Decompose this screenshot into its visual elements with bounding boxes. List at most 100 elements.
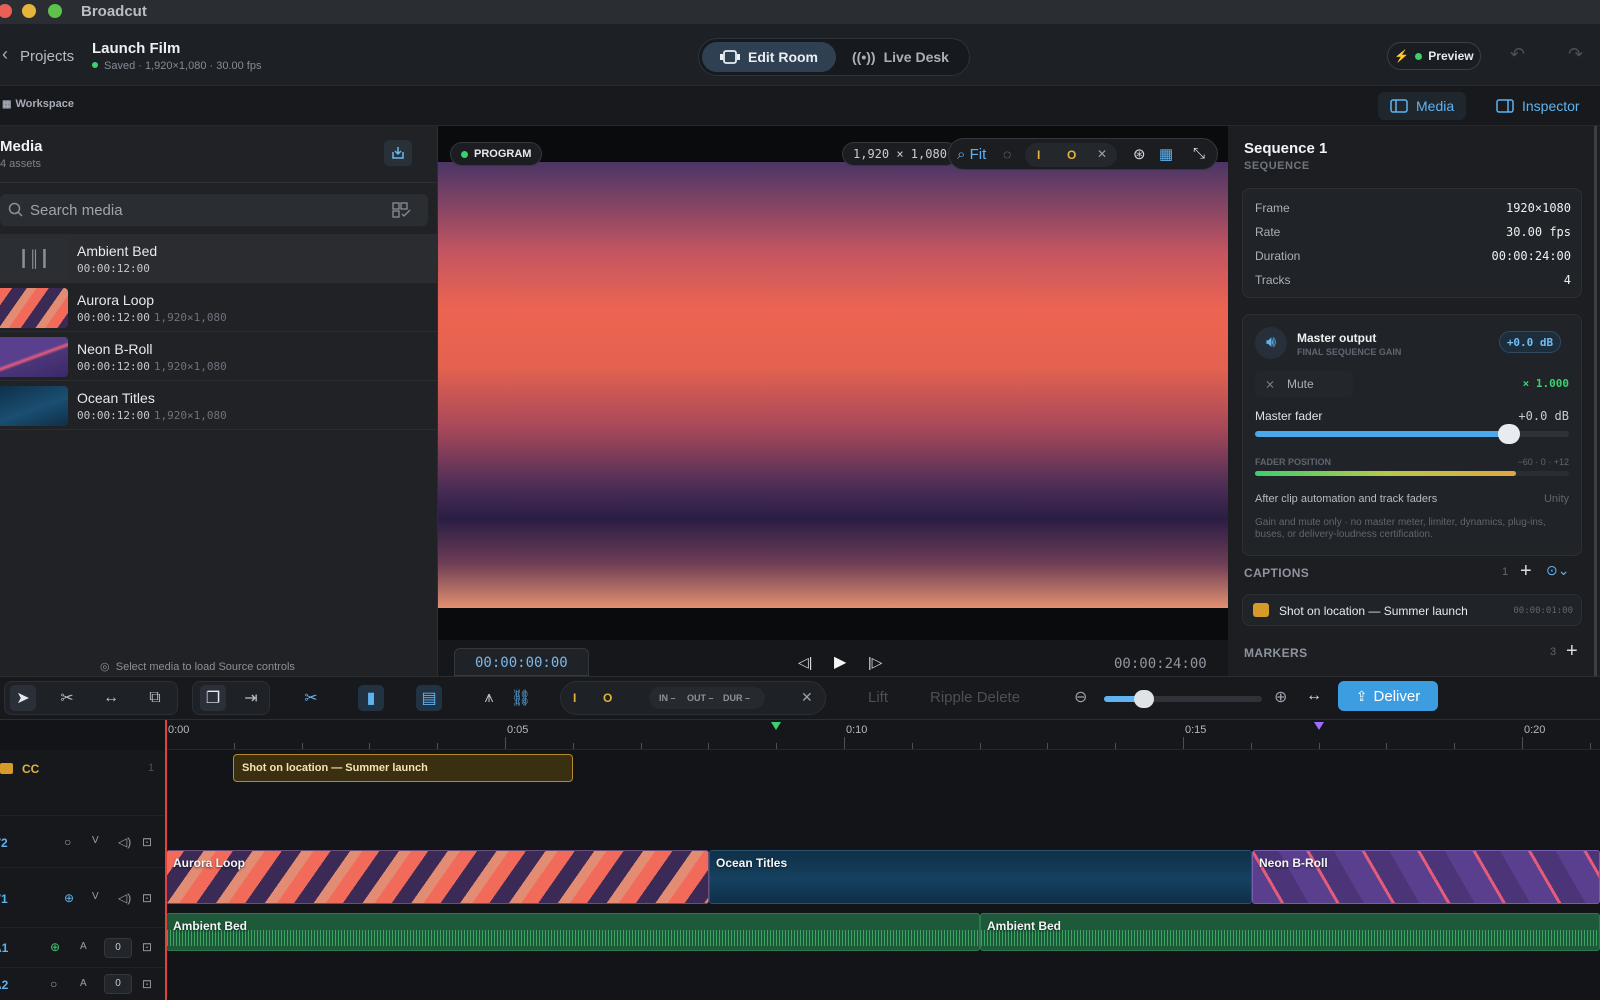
select-tool-button[interactable]: ➤: [10, 685, 36, 711]
video-clip[interactable]: Ocean Titles: [709, 850, 1252, 904]
timeline-ruler[interactable]: 0:00 0:05 0:10 0:15 0:20: [166, 720, 1600, 750]
step-back-icon[interactable]: ◁|: [798, 654, 812, 671]
audio-clip[interactable]: Ambient Bed: [166, 913, 980, 951]
import-media-button[interactable]: [384, 140, 412, 166]
search-media-input[interactable]: Search media: [0, 194, 428, 226]
track-audio-icon[interactable]: ◁): [118, 835, 131, 849]
overlay-icon[interactable]: ⊛: [1133, 145, 1146, 163]
add-marker-button[interactable]: ▮: [358, 685, 384, 711]
workspace-bar: ▦ Workspace Media Inspector: [0, 86, 1600, 126]
safe-area-icon[interactable]: ◌: [1003, 146, 1011, 162]
track-target-icon[interactable]: ○: [50, 977, 57, 991]
add-marker-icon[interactable]: +: [1566, 640, 1578, 663]
grid-overlay-icon[interactable]: ▦: [1159, 145, 1173, 163]
slide-tool-button[interactable]: ⧉: [142, 685, 168, 711]
lift-button[interactable]: Lift: [868, 689, 888, 706]
workspace-menu[interactable]: ▦ Workspace: [2, 98, 74, 110]
zoom-window-button[interactable]: [48, 4, 62, 18]
media-item[interactable]: Ocean Titles 00:00:12:00 1,920×1,080: [0, 381, 438, 430]
timeline-marker-green[interactable]: [771, 722, 781, 730]
caption-item[interactable]: Shot on location — Summer launch 00:00:0…: [1242, 594, 1582, 626]
mark-in-button[interactable]: I: [573, 691, 576, 705]
razor-tool-button[interactable]: ✂: [54, 685, 80, 711]
view-mode-icon[interactable]: [392, 202, 412, 218]
back-icon[interactable]: ‹: [2, 44, 8, 65]
program-frame[interactable]: [438, 162, 1228, 608]
deliver-button[interactable]: ⇪ Deliver: [1338, 681, 1438, 711]
track-header-a2: A2 ○ A 0 ⊡: [0, 968, 166, 1000]
add-caption-button[interactable]: ▤: [416, 685, 442, 711]
mute-toggle[interactable]: ⨯ Mute: [1255, 371, 1353, 397]
preview-button[interactable]: ⚡ Preview: [1387, 42, 1481, 70]
mode-edit-room[interactable]: Edit Room: [702, 42, 836, 72]
play-icon[interactable]: ▶: [834, 652, 846, 672]
fader-knob[interactable]: [1498, 424, 1521, 444]
track-target-icon[interactable]: ⊕: [64, 891, 74, 905]
track-lock-icon[interactable]: ⊡: [142, 977, 152, 991]
track-target-icon[interactable]: ⊕: [50, 940, 60, 954]
split-clip-icon[interactable]: ⩚: [476, 685, 502, 711]
timeline-marker-purple[interactable]: [1314, 722, 1324, 730]
track-visibility-icon[interactable]: V: [92, 891, 99, 902]
fit-zoom-control[interactable]: ⌕ Fit: [957, 146, 986, 163]
track-lock-icon[interactable]: ⊡: [142, 835, 152, 849]
undo-icon[interactable]: ↶: [1510, 44, 1525, 65]
viewer-in-marker[interactable]: I: [1037, 148, 1040, 162]
link-clips-icon[interactable]: ⛓: [508, 685, 534, 711]
master-fader-slider[interactable]: [1255, 424, 1569, 444]
zoom-knob[interactable]: [1133, 690, 1154, 708]
track-solo-icon[interactable]: A: [80, 978, 87, 989]
media-item[interactable]: Neon B-Roll 00:00:12:00 1,920×1,080: [0, 332, 438, 381]
fit-timeline-icon[interactable]: ↔: [1306, 687, 1322, 705]
zoom-in-icon[interactable]: ⊕: [1274, 687, 1287, 707]
track-lock-icon[interactable]: ⊡: [142, 940, 152, 954]
minimize-window-button[interactable]: [22, 4, 36, 18]
master-gain-pill[interactable]: +0.0 dB: [1499, 331, 1561, 353]
snap-toggle-icon[interactable]: ✂: [298, 685, 324, 711]
step-forward-icon[interactable]: |▷: [868, 654, 882, 671]
caption-clip[interactable]: Shot on location — Summer launch: [233, 754, 573, 782]
add-caption-icon[interactable]: +: [1520, 560, 1532, 583]
fullscreen-icon[interactable]: ⤡: [1193, 145, 1205, 162]
video-clip[interactable]: Aurora Loop: [166, 850, 709, 904]
projects-link[interactable]: Projects: [20, 48, 74, 65]
inspector-scrollbar[interactable]: [1594, 126, 1597, 676]
track-target-icon[interactable]: ○: [64, 835, 71, 849]
zoom-out-icon[interactable]: ⊖: [1074, 687, 1087, 707]
ripple-delete-button[interactable]: Ripple Delete: [930, 689, 1020, 706]
append-button[interactable]: ⇥: [238, 685, 264, 711]
timeline-zoom-slider[interactable]: [1104, 690, 1262, 708]
caption-options-icon[interactable]: ⊙⌄: [1546, 562, 1569, 579]
track-lock-icon[interactable]: ⊡: [142, 891, 152, 905]
captions-count: 1: [1502, 566, 1509, 578]
clear-marks-icon[interactable]: ✕: [1097, 147, 1107, 161]
media-panel-toggle[interactable]: Media: [1378, 92, 1467, 120]
playhead[interactable]: [165, 720, 167, 1000]
current-timecode[interactable]: 00:00:00:00: [454, 648, 589, 676]
track-gain-field[interactable]: 0: [104, 938, 132, 958]
inspector-subtitle: SEQUENCE: [1244, 160, 1310, 172]
media-item-name: Ambient Bed: [77, 243, 158, 259]
clear-in-out-icon[interactable]: ✕: [801, 689, 813, 706]
import-icon: [392, 147, 404, 159]
media-item[interactable]: ┃║┃ Ambient Bed 00:00:12:00: [0, 234, 438, 283]
ruler-tick: [369, 743, 371, 749]
viewer-out-marker[interactable]: O: [1067, 148, 1076, 162]
track-audio-icon[interactable]: ◁): [118, 891, 131, 905]
mark-out-button[interactable]: O: [603, 691, 612, 705]
track-header-a1: A1 ⊕ A 0 ⊡: [0, 928, 166, 968]
track-gain-field[interactable]: 0: [104, 974, 132, 994]
audio-clip[interactable]: Ambient Bed: [980, 913, 1600, 951]
ruler-tick: [1318, 743, 1320, 749]
slip-tool-button[interactable]: ↔: [98, 685, 124, 711]
redo-icon[interactable]: ↷: [1568, 44, 1583, 65]
media-item[interactable]: Aurora Loop 00:00:12:00 1,920×1,080: [0, 283, 438, 332]
track-visibility-icon[interactable]: V: [92, 835, 99, 846]
overwrite-mode-button[interactable]: ❐: [200, 685, 226, 711]
inspector-panel-toggle[interactable]: Inspector: [1484, 92, 1592, 120]
title-bar: Broadcut: [0, 0, 1600, 24]
track-solo-icon[interactable]: A: [80, 941, 87, 952]
mode-live-desk[interactable]: ((•)) Live Desk: [834, 42, 967, 72]
close-window-button[interactable]: [0, 4, 12, 18]
video-clip[interactable]: Neon B-Roll: [1252, 850, 1600, 904]
